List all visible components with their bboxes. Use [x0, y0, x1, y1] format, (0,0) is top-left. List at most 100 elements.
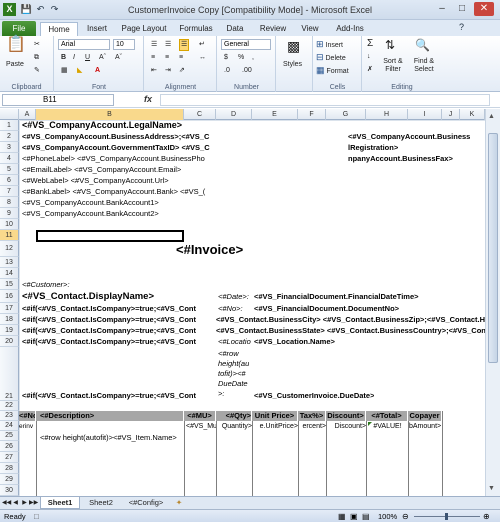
column-header-c[interactable]: C	[184, 109, 216, 120]
cell-contact-name[interactable]: <#VS_Contact.DisplayName>	[22, 291, 154, 302]
table-header-tax[interactable]: Tax%>	[298, 411, 326, 421]
cut-icon[interactable]: ✂	[34, 40, 40, 50]
cell-location-label[interactable]: <#Locatio	[218, 337, 252, 346]
tab-formulas[interactable]: Formulas	[175, 22, 217, 36]
find-select-button[interactable]: Find & Select	[409, 58, 439, 74]
tab-file[interactable]: File	[2, 21, 36, 36]
cell-item-quantity[interactable]: Quantity>	[218, 422, 252, 431]
row-header[interactable]: 1	[0, 120, 19, 131]
zoom-in-icon[interactable]: ⊕	[483, 512, 490, 521]
scroll-up-icon[interactable]: ▲	[488, 113, 495, 120]
row-header[interactable]: 29	[0, 474, 19, 485]
select-all-corner[interactable]	[0, 109, 19, 120]
row-header[interactable]: 15	[0, 279, 19, 290]
table-header-total[interactable]: <#Total>	[366, 411, 408, 421]
name-box[interactable]: B11	[2, 94, 114, 106]
font-name-select[interactable]: Arial	[58, 39, 110, 50]
zoom-level[interactable]: 100%	[378, 512, 397, 521]
normal-view-icon[interactable]: ▦	[338, 512, 346, 521]
decrease-indent-icon[interactable]: ⇤	[151, 66, 157, 76]
cell-due-date-note-1[interactable]: <#row	[218, 349, 239, 359]
cell-due-date-note-4[interactable]: DueDate	[218, 379, 248, 389]
insert-button[interactable]: ⊞ Insert	[316, 39, 343, 51]
row-header[interactable]: 18	[0, 314, 19, 325]
column-header-a[interactable]: A	[19, 109, 36, 120]
font-color-icon[interactable]: A	[95, 66, 100, 76]
row-header[interactable]: 28	[0, 463, 19, 474]
row-header[interactable]: 19	[0, 325, 19, 336]
page-break-view-icon[interactable]: ▤	[362, 512, 370, 521]
row-header[interactable]: 17	[0, 303, 19, 314]
table-header-mu[interactable]: <#MU>	[184, 411, 216, 421]
table-header-no[interactable]: <#No>	[19, 411, 36, 421]
cell-bank-account-2[interactable]: <#VS_CompanyAccount.BankAccount2>	[22, 209, 159, 218]
column-header-k[interactable]: K	[460, 109, 485, 120]
column-header-d[interactable]: D	[216, 109, 252, 120]
copy-icon[interactable]: ⧉	[34, 53, 39, 63]
row-header[interactable]: 25	[0, 431, 19, 441]
row-header[interactable]: 26	[0, 441, 19, 452]
table-header-qty[interactable]: <#Qty>	[216, 411, 252, 421]
selected-cell-b11[interactable]	[36, 230, 184, 242]
row-header[interactable]: 6	[0, 175, 19, 186]
fill-icon[interactable]: ↓	[367, 52, 371, 62]
cell-business-state[interactable]: <#VS_Contact.BusinessState> <#VS_Contact…	[216, 326, 485, 335]
column-header-h[interactable]: H	[366, 109, 408, 120]
clear-icon[interactable]: ✗	[367, 65, 373, 75]
tab-add-ins[interactable]: Add-Ins	[330, 22, 370, 36]
row-header[interactable]: 7	[0, 186, 19, 197]
row-header[interactable]: 21	[0, 347, 19, 401]
cell-fax[interactable]: npanyAccount.BusinessFax>	[348, 154, 453, 163]
row-header[interactable]: 9	[0, 208, 19, 219]
cell-tax-id[interactable]: <#VS_CompanyAccount.GovernmentTaxID> <#V…	[22, 143, 250, 152]
sort-filter-button[interactable]: Sort & Filter	[379, 58, 407, 74]
first-sheet-icon[interactable]: ◀◀	[2, 497, 11, 509]
delete-button[interactable]: ⊟ Delete	[316, 52, 346, 64]
minimize-icon[interactable]: –	[432, 2, 452, 16]
cell-item-discount[interactable]: Discount>	[327, 422, 366, 431]
tab-review[interactable]: Review	[255, 22, 291, 36]
align-right-icon[interactable]: ≡	[179, 53, 183, 63]
decrease-font-icon[interactable]: Aˇ	[115, 53, 122, 63]
row-header[interactable]: 24	[0, 421, 19, 431]
fill-color-icon[interactable]: ◣	[77, 66, 82, 76]
autosum-icon[interactable]: Σ	[367, 39, 373, 49]
styles-icon[interactable]: ▩	[287, 39, 300, 53]
find-select-icon[interactable]: 🔍	[415, 39, 430, 51]
row-header[interactable]: 27	[0, 452, 19, 463]
cell-web[interactable]: <#WebLabel> <#VS_CompanyAccount.Url>	[22, 176, 169, 185]
close-icon[interactable]: ✕	[474, 2, 494, 16]
decrease-decimal-icon[interactable]: .00	[242, 66, 252, 76]
cell-item-unit-price[interactable]: e.UnitPrice>	[253, 422, 298, 431]
font-size-select[interactable]: 10	[113, 39, 135, 50]
bold-button[interactable]: B	[61, 53, 66, 63]
align-top-icon[interactable]: ☰	[151, 40, 157, 50]
last-sheet-icon[interactable]: ▶▶	[29, 497, 38, 509]
increase-indent-icon[interactable]: ⇥	[165, 66, 171, 76]
align-center-icon[interactable]: ≡	[165, 53, 169, 63]
page-layout-view-icon[interactable]: ▣	[350, 512, 358, 521]
merge-center-icon[interactable]: ↔	[199, 53, 206, 63]
column-header-e[interactable]: E	[252, 109, 298, 120]
macro-record-icon[interactable]: □	[34, 512, 39, 521]
row-header[interactable]: 23	[0, 411, 19, 421]
row-header[interactable]: 3	[0, 142, 19, 153]
cell-contact-line-20[interactable]: <#if(<#VS_Contact.IsCompany>=true;<#VS_C…	[22, 337, 216, 346]
sheet-tab-config[interactable]: <#Config>	[122, 497, 170, 509]
align-bottom-icon[interactable]: ☰	[179, 39, 190, 51]
row-header[interactable]: 30	[0, 485, 19, 496]
cell-bank[interactable]: <#BankLabel> <#VS_CompanyAccount.Bank> <…	[22, 187, 240, 196]
column-header-g[interactable]: G	[326, 109, 366, 120]
column-header-f[interactable]: F	[298, 109, 326, 120]
cell-contact-line-18[interactable]: <#if(<#VS_Contact.IsCompany>=true;<#VS_C…	[22, 315, 216, 324]
cell-item-mu[interactable]: <#VS_Mu	[186, 422, 216, 431]
cell-customer-label[interactable]: <#Customer>:	[22, 280, 70, 289]
increase-font-icon[interactable]: Aˆ	[99, 53, 106, 63]
format-painter-icon[interactable]: ✎	[34, 66, 40, 76]
column-header-i[interactable]: I	[408, 109, 442, 120]
cell-item-name[interactable]: <#row height(autofit)><#VS_Item.Name>	[40, 433, 184, 442]
table-header-description[interactable]: <#Description>	[36, 411, 184, 421]
cell-company-business[interactable]: <#VS_CompanyAccount.Business	[348, 132, 485, 141]
prev-sheet-icon[interactable]: ◀	[12, 497, 19, 509]
format-button[interactable]: ▦ Format	[316, 65, 349, 77]
